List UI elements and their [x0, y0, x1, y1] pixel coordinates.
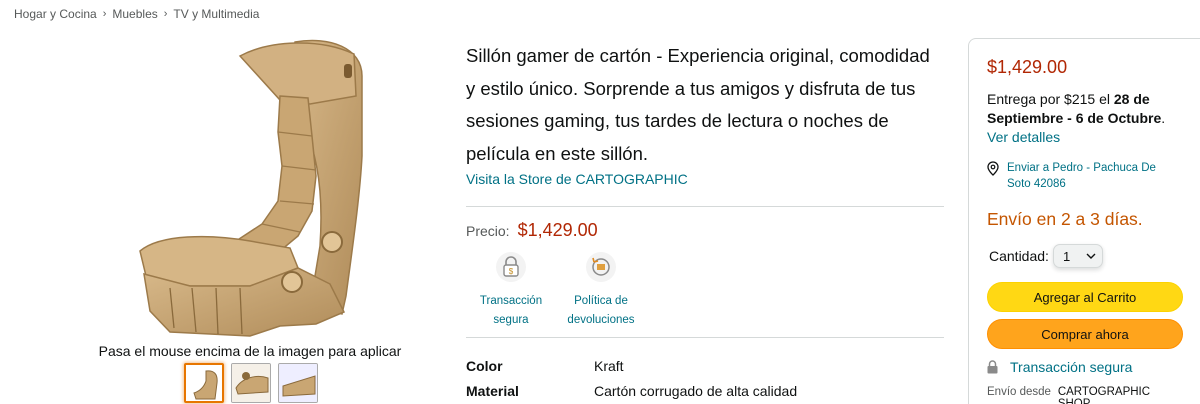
delivery-info: Entrega por $215 el 28 de Septiembre - 6…: [987, 90, 1182, 147]
stock-status: Envío en 2 a 3 días.: [987, 209, 1143, 229]
badge-label: Transacción segura: [479, 295, 543, 326]
spec-value: Kraft: [594, 357, 624, 374]
spec-value: Cartón corrugado de alta calidad: [594, 382, 798, 399]
badge-secure-transaction[interactable]: $ Transacción segura: [466, 252, 556, 330]
delivery-suffix: .: [1161, 110, 1166, 126]
price-value: $1,429.00: [517, 220, 598, 240]
divider: [466, 337, 944, 338]
spec-key: Material: [466, 382, 519, 399]
quantity-row: Cantidad: 1: [989, 244, 1182, 268]
badge-return-policy[interactable]: Política de devoluciones: [556, 252, 646, 330]
spec-row-material: Material Cartón corrugado de alta calida…: [466, 378, 797, 403]
secure-transaction-label: Transacción segura: [1010, 359, 1133, 375]
divider: [466, 206, 944, 207]
location-text: Enviar a Pedro - Pachuca De Soto 42086: [1007, 162, 1156, 190]
buy-box: $1,429.00 Entrega por $215 el 28 de Sept…: [968, 38, 1200, 404]
thumbnail-1[interactable]: [184, 363, 224, 403]
breadcrumb-item-muebles[interactable]: Muebles: [112, 7, 157, 21]
delivery-prefix: Entrega por $215 el: [987, 91, 1114, 107]
product-title: Sillón gamer de cartón - Experiencia ori…: [466, 45, 930, 164]
delivery-location[interactable]: Enviar a Pedro - Pachuca De Soto 42086: [987, 160, 1182, 192]
price-label: Precio:: [466, 223, 510, 239]
thumbnail-strip: [184, 363, 318, 403]
location-pin-icon: [987, 161, 999, 176]
spec-key: Color: [466, 357, 503, 374]
quantity-value: 1: [1062, 248, 1071, 264]
thumbnail-2[interactable]: [231, 363, 271, 403]
ships-from-label: Envío desde: [987, 386, 1051, 398]
breadcrumb-item-tv[interactable]: TV y Multimedia: [173, 7, 259, 21]
add-to-cart-button[interactable]: Agregar al Carrito: [987, 282, 1183, 312]
image-gallery: Pasa el mouse encima de la imagen para a…: [80, 36, 420, 404]
breadcrumb: Hogar y Cocina › Muebles › TV y Multimed…: [14, 7, 259, 21]
spec-row-color: Color Kraft: [466, 353, 797, 378]
badge-label: Política de devoluciones: [567, 295, 635, 326]
spec-table: Color Kraft Material Cartón corrugado de…: [466, 353, 797, 403]
buy-now-button[interactable]: Comprar ahora: [987, 319, 1183, 349]
breadcrumb-item-hogar[interactable]: Hogar y Cocina: [14, 7, 97, 21]
returns-icon: [586, 252, 616, 282]
store-link[interactable]: Visita la Store de CARTOGRAPHIC: [466, 171, 688, 187]
product-info: Sillón gamer de cartón - Experiencia ori…: [466, 40, 944, 189]
thumbnail-3[interactable]: [278, 363, 318, 403]
breadcrumb-separator-icon: ›: [102, 8, 107, 20]
secure-payment-icon: $: [496, 252, 526, 282]
ships-from-value: CARTOGRAPHIC SHOP: [1057, 386, 1151, 404]
lock-icon: [987, 360, 998, 374]
chevron-down-icon: [1086, 253, 1096, 259]
ships-from-row: Envío desde CARTOGRAPHIC SHOP: [987, 386, 1182, 404]
price-row: Precio: $1,429.00: [466, 220, 598, 241]
buybox-price: $1,429.00: [987, 57, 1068, 77]
quantity-label: Cantidad:: [989, 248, 1049, 264]
main-product-image[interactable]: [130, 36, 370, 341]
svg-text:$: $: [509, 267, 514, 276]
secure-transaction-link[interactable]: Transacción segura: [987, 359, 1182, 375]
trust-badges: $ Transacción segura Política de devoluc…: [466, 252, 646, 330]
details-link[interactable]: Ver detalles: [987, 129, 1060, 145]
quantity-select[interactable]: 1: [1052, 244, 1103, 268]
breadcrumb-separator-icon: ›: [163, 8, 168, 20]
